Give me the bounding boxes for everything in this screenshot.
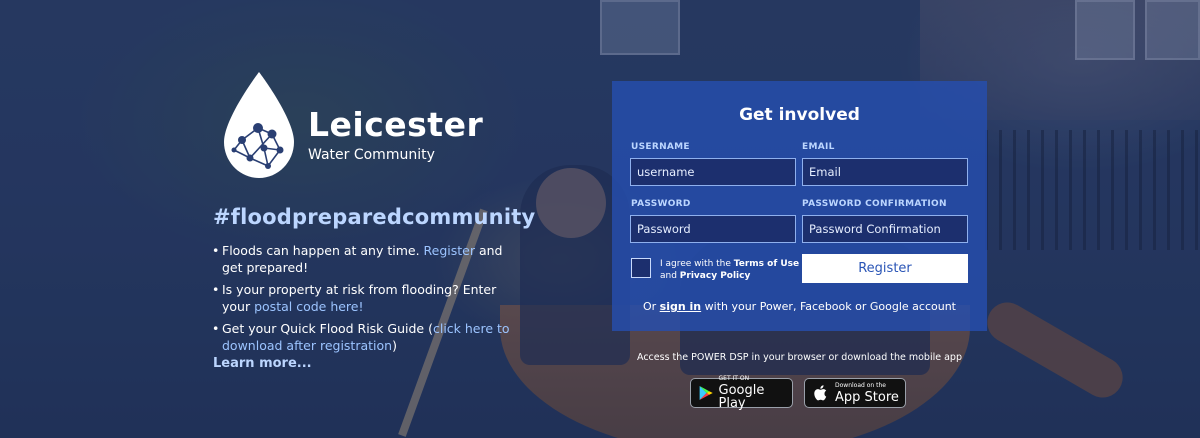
password-confirm-label: PASSWORD CONFIRMATION bbox=[802, 199, 947, 209]
google-play-badge[interactable]: GET IT ON Google Play bbox=[690, 375, 793, 411]
learn-more-link[interactable]: Learn more... bbox=[213, 356, 312, 371]
terms-checkbox[interactable] bbox=[631, 258, 651, 278]
list-item: Is your property at risk from flooding? … bbox=[212, 282, 512, 315]
bullet-text: ) bbox=[392, 337, 397, 353]
logo-text: Leicester Water Community bbox=[308, 104, 484, 164]
terms-of-use-link[interactable]: Terms of Use bbox=[734, 259, 799, 269]
list-item: Get your Quick Flood Risk Guide (click h… bbox=[212, 321, 512, 354]
privacy-policy-link[interactable]: Privacy Policy bbox=[680, 271, 751, 281]
register-link[interactable]: Register bbox=[424, 243, 475, 258]
email-input[interactable] bbox=[802, 158, 968, 186]
agree-and: and bbox=[660, 271, 680, 281]
hero-background bbox=[0, 0, 1200, 438]
sign-in-link[interactable]: sign in bbox=[660, 300, 701, 313]
google-play-big: Google Play bbox=[718, 383, 765, 411]
password-input[interactable] bbox=[630, 215, 796, 243]
logo-title: Leicester bbox=[308, 104, 484, 144]
app-store-small: Download on the bbox=[835, 381, 886, 389]
google-play-icon bbox=[699, 385, 713, 401]
app-store-text: Download on the App Store bbox=[835, 381, 899, 405]
email-label: EMAIL bbox=[802, 142, 835, 152]
username-input[interactable] bbox=[630, 158, 796, 186]
bullet-text: Get your Quick Flood Risk Guide ( bbox=[222, 321, 433, 336]
signin-line: Or sign in with your Power, Facebook or … bbox=[612, 300, 987, 313]
username-label: USERNAME bbox=[631, 142, 690, 152]
hashtag-heading: #floodpreparedcommunity bbox=[213, 205, 536, 229]
signin-prefix: Or bbox=[642, 300, 660, 313]
registration-panel: Get involved USERNAME EMAIL PASSWORD PAS… bbox=[612, 81, 987, 331]
register-button[interactable]: Register bbox=[802, 254, 968, 283]
panel-title: Get involved bbox=[739, 105, 860, 125]
app-store-big: App Store bbox=[835, 389, 899, 405]
list-item: Floods can happen at any time. Register … bbox=[212, 243, 512, 276]
bullet-text: Floods can happen at any time. bbox=[222, 243, 424, 258]
signin-suffix: with your Power, Facebook or Google acco… bbox=[701, 300, 956, 313]
logo-subtitle: Water Community bbox=[308, 147, 435, 164]
google-play-small: GET IT ON bbox=[718, 375, 750, 382]
site-logo[interactable]: Leicester Water Community bbox=[220, 70, 483, 180]
access-text: Access the POWER DSP in your browser or … bbox=[637, 352, 962, 363]
apple-icon bbox=[814, 385, 827, 401]
app-store-badge[interactable]: Download on the App Store bbox=[804, 378, 906, 408]
postal-code-link[interactable]: postal code here! bbox=[254, 299, 363, 314]
password-label: PASSWORD bbox=[631, 199, 691, 209]
terms-agree-text: I agree with the Terms of Use and Privac… bbox=[660, 258, 800, 282]
water-drop-network-icon bbox=[224, 72, 294, 178]
password-confirm-input[interactable] bbox=[802, 215, 968, 243]
google-play-text: GET IT ON Google Play bbox=[718, 375, 786, 411]
agree-prefix: I agree with the bbox=[660, 259, 734, 269]
info-bullet-list: Floods can happen at any time. Register … bbox=[212, 243, 512, 360]
hero-overlay bbox=[0, 0, 1200, 438]
